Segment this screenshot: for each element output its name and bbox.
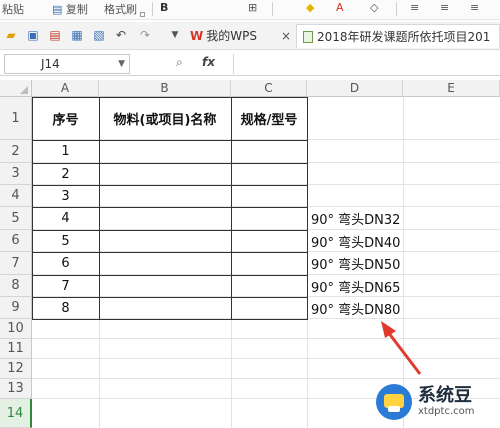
serial-number-cell[interactable]: 4 <box>32 207 99 230</box>
column-header-e[interactable]: E <box>403 80 500 97</box>
clipboard-group-launcher-icon[interactable] <box>140 12 145 17</box>
tab-document-label: 2018年研发课题所依托项目201 <box>317 30 491 44</box>
row-header-6[interactable]: 6 <box>0 230 32 252</box>
format-painter-button[interactable]: 格式刷 <box>104 1 137 17</box>
clear-format-icon[interactable]: ◇ <box>370 1 378 14</box>
watermark-title: 系统豆 <box>418 385 472 406</box>
formula-input[interactable] <box>233 54 497 74</box>
align-left-icon[interactable]: ≡ <box>410 1 419 14</box>
chevron-down-icon[interactable]: ▼ <box>118 55 125 73</box>
serial-number-cell[interactable]: 7 <box>32 275 99 297</box>
watermark-logo-icon <box>376 384 412 420</box>
table-border <box>32 319 308 320</box>
gridline <box>32 338 500 339</box>
row-header-2[interactable]: 2 <box>0 140 32 163</box>
table-border <box>32 207 308 208</box>
export-pdf-icon[interactable]: ▤ <box>48 28 62 42</box>
formula-bar: J14 ▼ ⌕ fx <box>0 52 500 76</box>
redo-icon[interactable]: ↷ <box>138 28 152 42</box>
tab-my-wps[interactable]: W 我的WPS <box>190 24 257 48</box>
serial-number-cell[interactable]: 2 <box>32 163 99 185</box>
row-header-14[interactable]: 14 <box>0 399 32 428</box>
fill-color-icon[interactable]: ◆ <box>306 1 314 14</box>
bold-icon[interactable]: B <box>160 1 168 14</box>
spec-cell[interactable]: 90° 弯头DN32 <box>307 207 403 230</box>
row-header-11[interactable]: 11 <box>0 339 32 359</box>
tab-document[interactable]: 2018年研发课题所依托项目201 <box>296 24 500 48</box>
font-color-icon[interactable]: A <box>336 1 344 14</box>
align-right-icon[interactable]: ≡ <box>470 1 479 14</box>
row-header-12[interactable]: 12 <box>0 359 32 379</box>
select-all-icon <box>20 86 28 94</box>
copy-icon: ▤ <box>52 3 63 16</box>
table-border <box>32 252 308 253</box>
serial-number-cell[interactable]: 3 <box>32 185 99 207</box>
row-header-4[interactable]: 4 <box>0 185 32 207</box>
row-header-8[interactable]: 8 <box>0 275 32 297</box>
zoom-search-icon[interactable]: ⌕ <box>176 55 183 70</box>
wps-logo-icon: W <box>190 29 204 43</box>
copy-button[interactable]: ▤ 复制 <box>52 1 88 17</box>
table-border <box>32 230 308 231</box>
customize-toolbar-icon[interactable]: ▼ <box>168 28 182 42</box>
open-folder-icon[interactable]: ▰ <box>4 28 18 42</box>
serial-number-cell[interactable]: 8 <box>32 297 99 319</box>
select-all-button[interactable] <box>0 80 32 97</box>
spec-cell[interactable]: 90° 弯头DN40 <box>307 230 403 252</box>
serial-number-cell[interactable]: 6 <box>32 252 99 275</box>
row-header-10[interactable]: 10 <box>0 319 32 339</box>
table-border <box>32 140 308 141</box>
watermark-subtitle: xtdptc.com <box>418 406 475 417</box>
serial-number-cell[interactable]: 5 <box>32 230 99 252</box>
table-border <box>32 97 33 320</box>
print-preview-icon[interactable]: ▧ <box>92 28 106 42</box>
row-header-1[interactable]: 1 <box>0 97 32 140</box>
row-header-5[interactable]: 5 <box>0 207 32 230</box>
close-tab-button[interactable]: × <box>281 24 291 48</box>
row-header-13[interactable]: 13 <box>0 379 32 399</box>
row-header-7[interactable]: 7 <box>0 252 32 275</box>
serial-number-cell[interactable]: 1 <box>32 140 99 163</box>
table-border <box>32 275 308 276</box>
print-icon[interactable]: ▦ <box>70 28 84 42</box>
undo-icon[interactable]: ↶ <box>114 28 128 42</box>
align-center-icon[interactable]: ≡ <box>440 1 449 14</box>
table-border <box>32 185 308 186</box>
spec-cell[interactable]: 90° 弯头DN65 <box>307 275 403 297</box>
insert-function-button[interactable]: fx <box>202 55 215 69</box>
table-border <box>32 163 308 164</box>
spec-cell[interactable]: 90° 弯头DN80 <box>307 297 403 319</box>
spreadsheet-file-icon <box>303 31 313 43</box>
save-icon[interactable]: ▣ <box>26 28 40 42</box>
ribbon-divider <box>272 2 273 16</box>
table-border <box>231 97 232 320</box>
table-border <box>32 97 308 98</box>
table-header-cell[interactable]: 物料(或项目)名称 <box>99 97 231 140</box>
column-header-b[interactable]: B <box>99 80 231 97</box>
column-header-c[interactable]: C <box>231 80 307 97</box>
row-header-9[interactable]: 9 <box>0 297 32 319</box>
annotation-arrow-head <box>381 321 396 338</box>
column-header-a[interactable]: A <box>32 80 99 97</box>
ribbon-divider <box>152 2 153 16</box>
row-header-3[interactable]: 3 <box>0 163 32 185</box>
quick-access-toolbar: ▰ ▣ ▤ ▦ ▧ ↶ ↷ ▼ W 我的WPS × 2018年研发课题所依托项目2… <box>0 22 500 50</box>
ribbon-divider <box>396 2 397 16</box>
column-header-d[interactable]: D <box>307 80 403 97</box>
table-header-cell[interactable]: 序号 <box>32 97 99 140</box>
table-border <box>99 97 100 320</box>
gridline <box>32 358 500 359</box>
tab-my-wps-label: 我的WPS <box>206 29 257 43</box>
table-header-cell[interactable]: 规格/型号 <box>231 97 307 140</box>
border-icon[interactable]: ⊞ <box>248 1 257 14</box>
table-border <box>32 297 308 298</box>
cell-reference: J14 <box>41 57 60 71</box>
name-box[interactable]: J14 ▼ <box>4 54 130 74</box>
ribbon: 粘贴 ▤ 复制 格式刷 B ⊞ ◆ A ◇ ≡ ≡ ≡ <box>0 0 500 20</box>
spec-cell[interactable]: 90° 弯头DN50 <box>307 252 403 275</box>
watermark: 系统豆 xtdptc.com <box>376 376 500 428</box>
paste-button[interactable]: 粘贴 <box>2 1 24 17</box>
copy-label: 复制 <box>65 3 88 16</box>
table-border <box>307 97 308 320</box>
